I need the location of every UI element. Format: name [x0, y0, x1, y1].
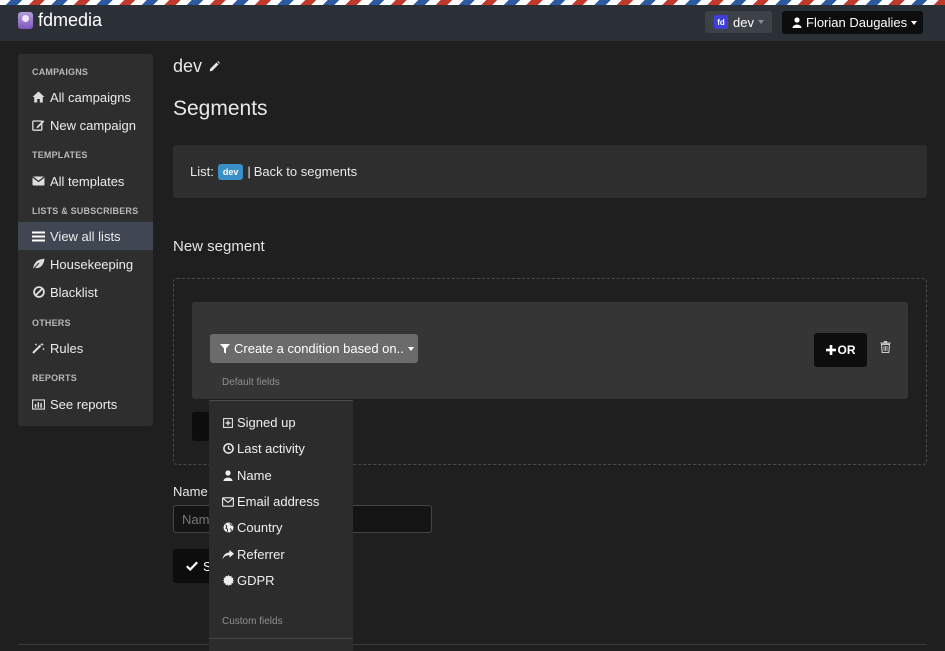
dropdown-item-last-activity[interactable]: Last activity	[222, 441, 305, 456]
sidebar-item-all-campaigns[interactable]: All campaigns	[18, 83, 153, 111]
sidebar-item-label: Rules	[50, 340, 84, 356]
ban-icon	[32, 286, 45, 299]
dropdown-item-label: Referrer	[237, 547, 285, 562]
name-label: Name	[173, 484, 208, 499]
globe-icon	[222, 522, 234, 534]
save-button[interactable]: S	[173, 549, 213, 583]
leaf-icon	[32, 258, 45, 271]
plus-square-icon	[222, 417, 234, 429]
dropdown-item-label: Country	[237, 520, 283, 535]
dropdown-item-email-address[interactable]: Email address	[222, 494, 319, 509]
sidebar-item-label: New campaign	[50, 117, 136, 133]
breadcrumb-prefix: List:	[190, 164, 214, 179]
dropdown-header-custom-fields: Custom fields	[222, 616, 283, 627]
sidebar-item-label: Housekeeping	[50, 256, 134, 272]
dropdown-item-name[interactable]: Name	[222, 468, 272, 483]
home-icon	[32, 91, 45, 104]
top-navbar: fdmedia fd dev Florian Daugalies	[0, 5, 945, 41]
dropdown-item-gdpr[interactable]: GDPR	[222, 573, 275, 588]
list-badge: fd	[714, 15, 728, 29]
sidebar: CAMPAIGNS All campaigns New campaign TEM…	[18, 54, 153, 426]
user-name: Florian Daugalies	[806, 15, 908, 30]
user-icon	[792, 17, 802, 28]
dropdown-item-referrer[interactable]: Referrer	[222, 547, 285, 562]
magic-wand-icon	[32, 342, 45, 355]
create-condition-label: Create a condition based on..	[234, 341, 404, 356]
footer-divider	[18, 644, 927, 645]
dropdown-item-label: GDPR	[237, 573, 275, 588]
sidebar-item-all-templates[interactable]: All templates	[18, 167, 153, 195]
sidebar-item-see-reports[interactable]: See reports	[18, 390, 153, 418]
list-switcher-button[interactable]: fd dev	[705, 11, 772, 33]
dropdown-item-label: Signed up	[237, 415, 296, 430]
envelope-icon	[222, 496, 234, 508]
breadcrumb-separator: |	[247, 164, 251, 179]
share-icon	[222, 549, 234, 561]
filter-icon	[220, 343, 230, 353]
create-condition-dropdown-button[interactable]: Create a condition based on..	[210, 334, 418, 363]
user-menu-button[interactable]: Florian Daugalies	[782, 11, 923, 34]
page-title: Segments	[173, 97, 268, 120]
edit-icon	[32, 119, 45, 132]
or-button[interactable]: OR	[814, 333, 867, 367]
trash-icon[interactable]	[880, 341, 891, 356]
chevron-down-icon	[757, 20, 764, 24]
condition-dropdown-menu: Signed up Last activity Name Email addre…	[209, 400, 353, 651]
user-icon	[222, 470, 234, 482]
new-segment-heading: New segment	[173, 238, 265, 255]
pencil-icon[interactable]	[209, 56, 221, 77]
back-to-segments-link[interactable]: Back to segments	[254, 164, 357, 179]
chevron-down-icon	[911, 20, 918, 25]
certificate-icon	[222, 575, 234, 587]
fdmedia-logo-icon	[18, 12, 33, 29]
list-title: dev	[173, 56, 221, 77]
list-switcher-label: dev	[733, 14, 754, 30]
sidebar-item-view-all-lists[interactable]: View all lists	[18, 222, 153, 250]
sidebar-item-rules[interactable]: Rules	[18, 334, 153, 362]
brand-name: fdmedia	[38, 10, 103, 30]
list-title-text: dev	[173, 56, 203, 76]
sidebar-item-label: All templates	[50, 173, 125, 189]
sidebar-item-blacklist[interactable]: Blacklist	[18, 278, 153, 306]
envelope-icon	[32, 175, 45, 188]
sidebar-heading-templates: TEMPLATES	[32, 150, 88, 160]
check-icon	[186, 561, 198, 571]
sidebar-item-label: All campaigns	[50, 89, 131, 105]
dropdown-item-label: Last activity	[237, 441, 305, 456]
chevron-down-icon	[407, 346, 414, 351]
sidebar-heading-others: OTHERS	[32, 318, 71, 328]
list-icon	[32, 230, 45, 243]
sidebar-item-new-campaign[interactable]: New campaign	[18, 111, 153, 139]
dropdown-item-country[interactable]: Country	[222, 520, 283, 535]
dropdown-divider	[209, 638, 353, 639]
sidebar-heading-lists: LISTS & SUBSCRIBERS	[32, 206, 139, 216]
bar-chart-icon	[32, 398, 45, 411]
sidebar-heading-campaigns: CAMPAIGNS	[32, 67, 89, 77]
plus-icon	[825, 345, 836, 355]
breadcrumb: List: dev | Back to segments	[173, 145, 927, 198]
or-button-label: OR	[837, 343, 856, 357]
sidebar-item-housekeeping[interactable]: Housekeeping	[18, 250, 153, 278]
sidebar-item-label: View all lists	[50, 228, 121, 244]
sidebar-item-label: Blacklist	[50, 284, 98, 300]
dropdown-item-label: Name	[237, 468, 272, 483]
dropdown-item-signed-up[interactable]: Signed up	[222, 415, 296, 430]
clock-icon	[222, 443, 234, 455]
sidebar-heading-reports: REPORTS	[32, 373, 77, 383]
dropdown-header-default-fields: Default fields	[222, 377, 280, 388]
sidebar-item-label: See reports	[50, 396, 118, 412]
dropdown-item-label: Email address	[237, 494, 320, 509]
brand-link[interactable]: fdmedia	[18, 10, 102, 31]
list-tag[interactable]: dev	[217, 163, 244, 180]
